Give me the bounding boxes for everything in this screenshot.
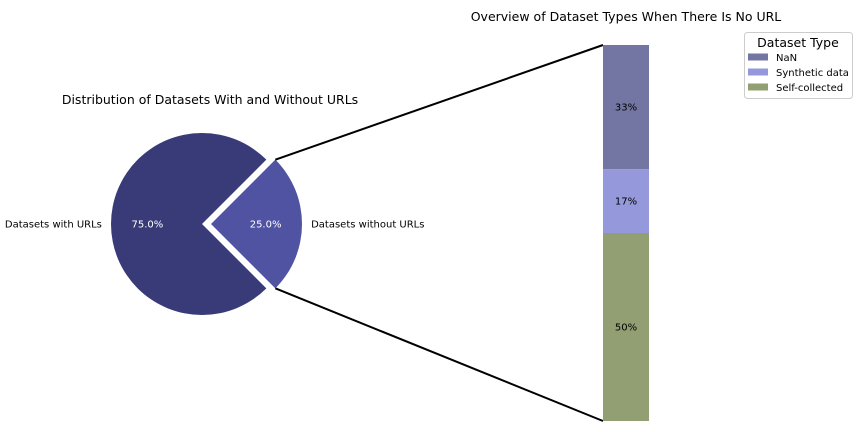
bar-value-label-synthetic-data: 17% bbox=[615, 197, 637, 208]
bar-value-label-nan: 33% bbox=[615, 103, 637, 114]
pie-chart-title: Distribution of Datasets With and Withou… bbox=[62, 92, 358, 107]
legend: Dataset Type NaN Synthetic data Self-colle… bbox=[744, 32, 853, 99]
legend-label-nan: NaN bbox=[776, 53, 797, 64]
legend-swatch-self-collected bbox=[748, 83, 768, 91]
legend-label-synthetic-data: Synthetic data bbox=[776, 68, 849, 79]
legend-label-self-collected: Self-collected bbox=[776, 83, 843, 94]
pie-category-label-datasets-without-urls: Datasets without URLs bbox=[311, 220, 424, 231]
pie-value-label-datasets-without-urls: 25.0% bbox=[250, 220, 282, 231]
legend-swatch-nan bbox=[748, 53, 768, 61]
pie-value-label-datasets-with-urls: 75.0% bbox=[132, 220, 164, 231]
stacked-bar-chart: 33% 17% 50% bbox=[603, 45, 649, 421]
connector-line-bottom bbox=[274, 287, 604, 422]
legend-title: Dataset Type bbox=[757, 35, 839, 50]
pie-category-label-datasets-with-urls: Datasets with URLs bbox=[5, 220, 102, 231]
pie-chart: 25.0% Datasets without URLs 75.0% Datasets … bbox=[5, 133, 424, 316]
chart-figure: Distribution of Datasets With and Withou… bbox=[5, 9, 853, 422]
legend-swatch-synthetic-data bbox=[748, 68, 768, 76]
bar-chart-title: Overview of Dataset Types When There Is … bbox=[471, 9, 782, 24]
bar-value-label-self-collected: 50% bbox=[615, 323, 637, 334]
